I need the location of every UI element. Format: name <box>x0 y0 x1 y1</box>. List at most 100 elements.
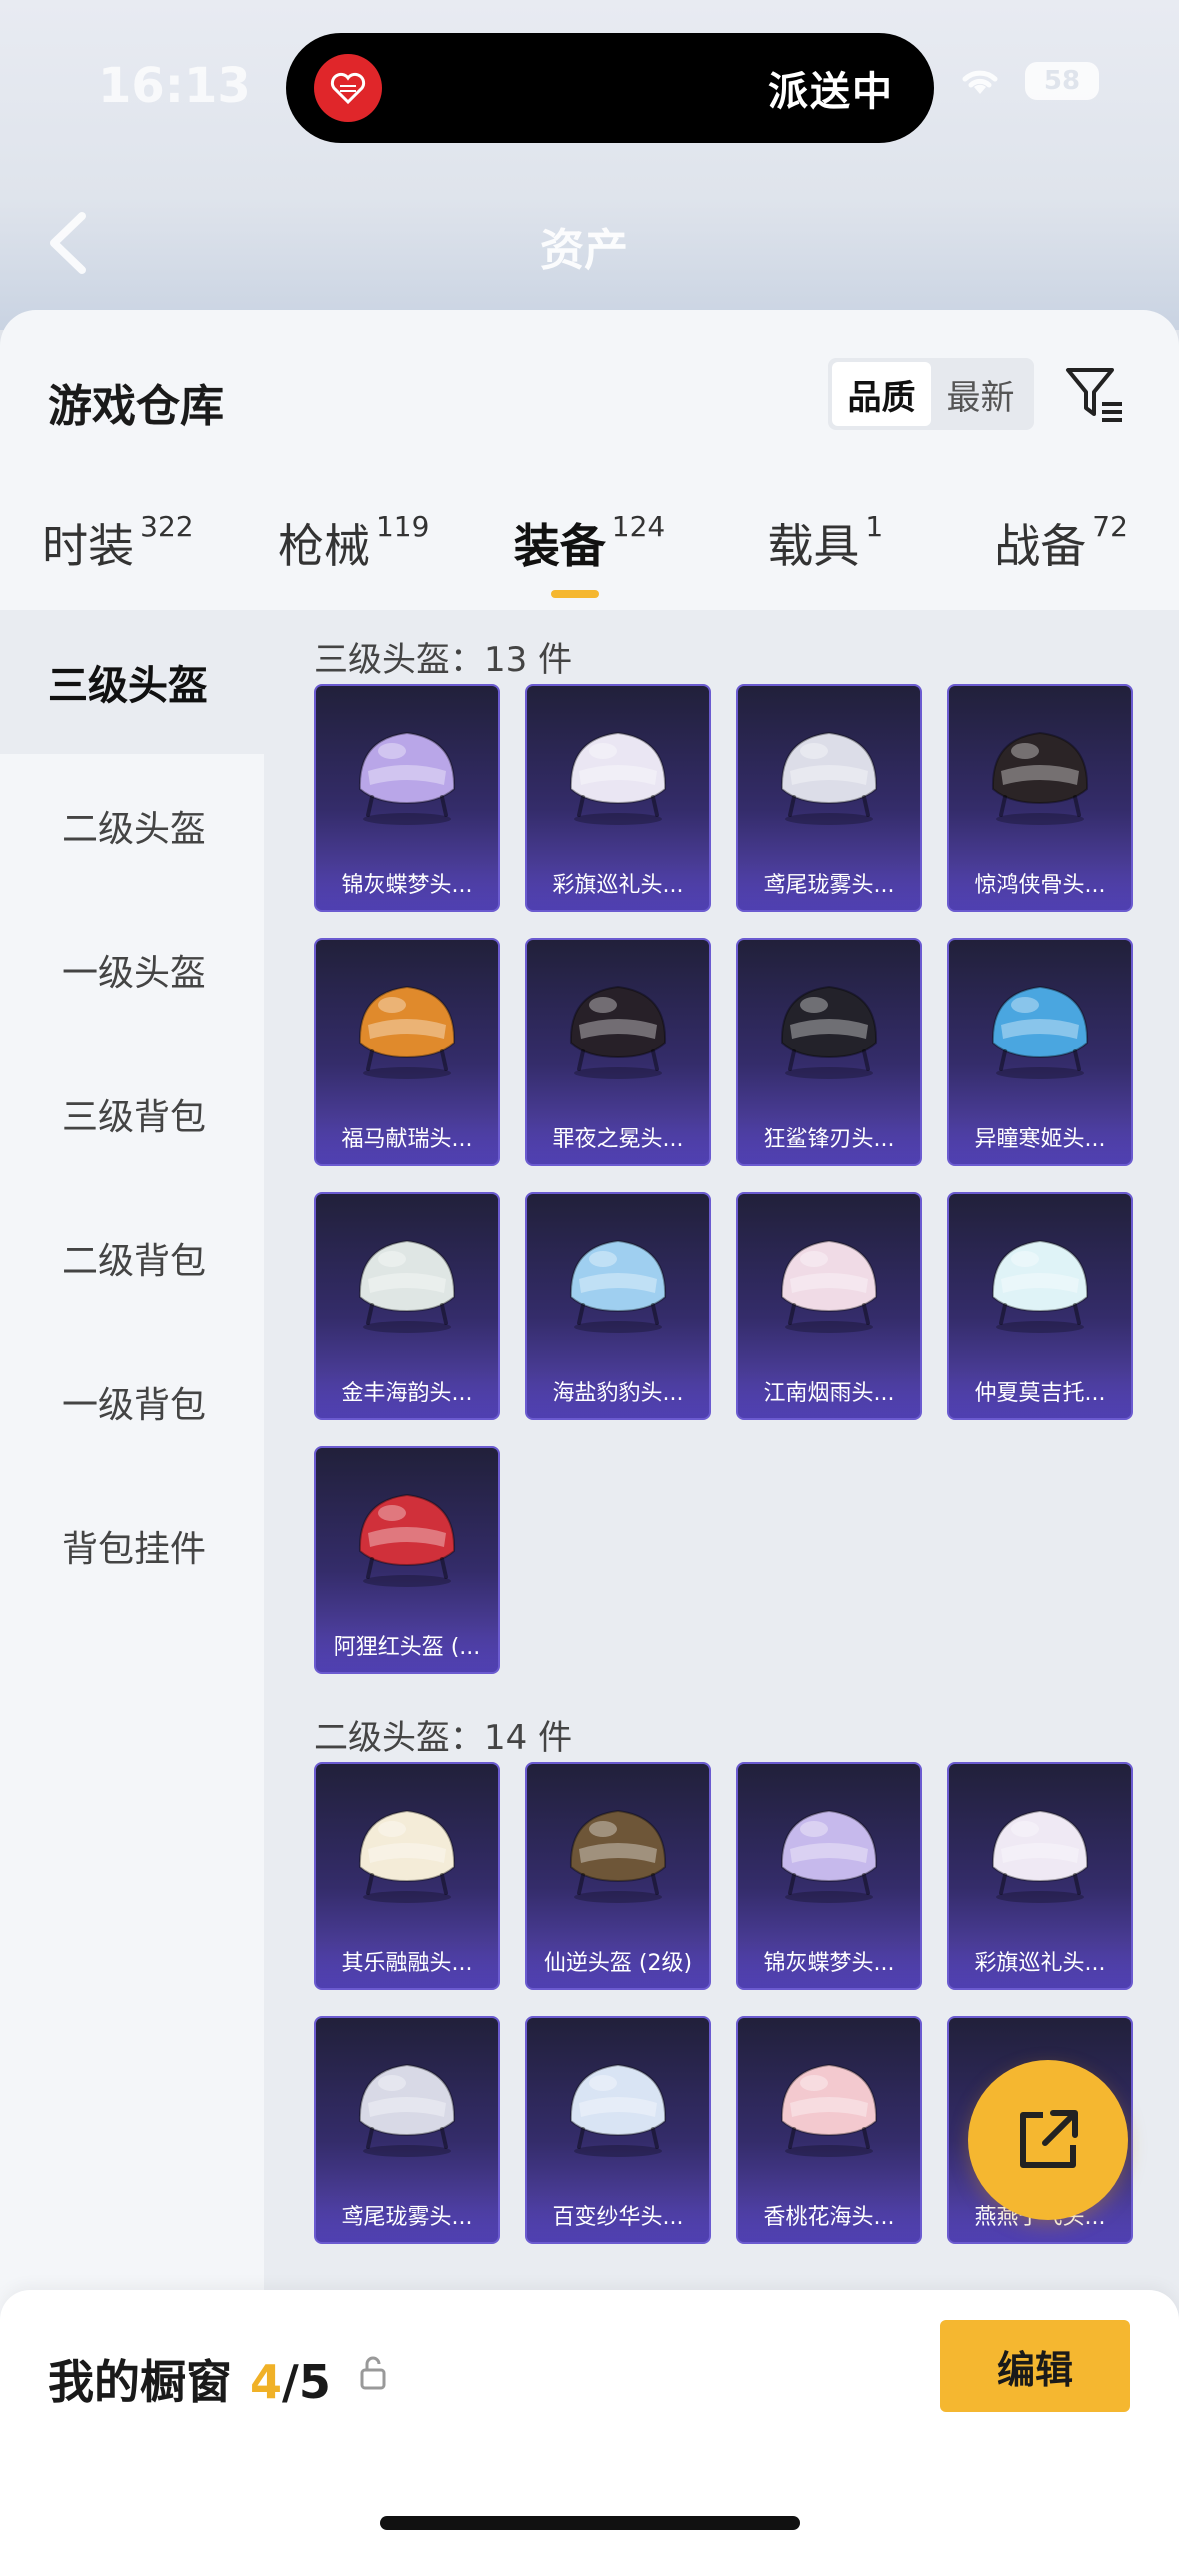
helmet-icon <box>316 940 498 1110</box>
item-card[interactable]: 福马献瑞头... <box>314 938 500 1166</box>
dynamic-island[interactable]: 派送中 <box>286 33 934 143</box>
helmet-icon <box>738 1764 920 1934</box>
tab-battle-gear[interactable]: 战备 72 <box>943 500 1179 610</box>
item-card[interactable]: 锦灰蝶梦头... <box>314 684 500 912</box>
item-name: 锦灰蝶梦头... <box>738 1940 920 1988</box>
item-name: 福马献瑞头... <box>316 1116 498 1164</box>
helmet-icon <box>949 686 1131 856</box>
item-card[interactable]: 锦灰蝶梦头... <box>736 1762 922 1990</box>
item-name: 惊鸿侠骨头... <box>949 862 1131 910</box>
page-title: 资产 <box>540 225 628 276</box>
sort-toggle: 品质 最新 <box>828 358 1034 430</box>
item-name: 其乐融融头... <box>316 1940 498 1988</box>
item-name: 仙逆头盔 (2级) <box>527 1940 709 1988</box>
helmet-icon <box>316 1448 498 1618</box>
category-tabs: 时装 322 枪械 119 装备 124 载具 1 战备 72 <box>0 500 1179 610</box>
item-name: 百变纱华头... <box>527 2194 709 2242</box>
item-card[interactable]: 百变纱华头... <box>525 2016 711 2244</box>
tab-vehicles[interactable]: 载具 1 <box>707 500 943 610</box>
status-time: 16:13 <box>98 58 251 114</box>
item-card[interactable]: 异瞳寒姬头... <box>947 938 1133 1166</box>
sidebar-item-backpack-charm[interactable]: 背包挂件 <box>0 1474 264 1618</box>
section-title-level3: 三级头盔：13 件 <box>314 640 573 680</box>
tab-count: 72 <box>1092 510 1128 543</box>
helmet-icon <box>316 2018 498 2188</box>
tab-label: 时装 <box>42 519 135 573</box>
tab-label: 战备 <box>994 519 1087 573</box>
home-indicator <box>380 2516 800 2530</box>
item-name: 彩旗巡礼头... <box>527 862 709 910</box>
item-card[interactable]: 海盐豹豹头... <box>525 1192 711 1420</box>
wifi-icon <box>962 70 998 94</box>
item-card[interactable]: 狂鲨锋刃头... <box>736 938 922 1166</box>
sidebar-item-level1-helmet[interactable]: 一级头盔 <box>0 898 264 1042</box>
item-card[interactable]: 金丰海韵头... <box>314 1192 500 1420</box>
tab-fashion[interactable]: 时装 322 <box>0 500 236 610</box>
share-button[interactable] <box>968 2060 1128 2220</box>
subcategory-sidebar: 三级头盔 二级头盔 一级头盔 三级背包 二级背包 一级背包 背包挂件 <box>0 610 264 2556</box>
item-card[interactable]: 香桃花海头... <box>736 2016 922 2244</box>
item-name: 海盐豹豹头... <box>527 1370 709 1418</box>
tab-count: 322 <box>140 510 194 543</box>
item-name: 香桃花海头... <box>738 2194 920 2242</box>
item-name: 仲夏莫吉托... <box>949 1370 1131 1418</box>
item-name: 罪夜之冕头... <box>527 1116 709 1164</box>
sidebar-item-level3-helmet[interactable]: 三级头盔 <box>0 610 264 754</box>
item-card[interactable]: 江南烟雨头... <box>736 1192 922 1420</box>
status-indicators: 58 <box>957 62 1099 100</box>
item-name: 狂鲨锋刃头... <box>738 1116 920 1164</box>
item-name: 异瞳寒姬头... <box>949 1116 1131 1164</box>
helmet-icon <box>527 1194 709 1364</box>
item-card[interactable]: 鸢尾珑雾头... <box>314 2016 500 2244</box>
item-name: 鸢尾珑雾头... <box>316 2194 498 2242</box>
helmet-icon <box>527 940 709 1110</box>
edit-button[interactable]: 编辑 <box>940 2320 1130 2412</box>
showcase-title: 我的橱窗 <box>48 2355 232 2409</box>
app-logo-icon <box>314 54 382 122</box>
helmet-icon <box>949 1194 1131 1364</box>
helmet-icon <box>316 686 498 856</box>
item-card[interactable]: 彩旗巡礼头... <box>947 1762 1133 1990</box>
filter-icon[interactable] <box>1062 362 1128 428</box>
helmet-icon <box>738 686 920 856</box>
showcase-label: 我的橱窗 4 /5 <box>48 2346 331 2412</box>
item-card[interactable]: 鸢尾珑雾头... <box>736 684 922 912</box>
battery-indicator: 58 <box>1025 62 1099 100</box>
sort-quality-button[interactable]: 品质 <box>832 362 931 426</box>
helmet-icon <box>738 1194 920 1364</box>
showcase-bar: 我的橱窗 4 /5 编辑 <box>0 2290 1179 2556</box>
sidebar-item-level2-helmet[interactable]: 二级头盔 <box>0 754 264 898</box>
item-grid: 三级头盔：13 件 二级头盔：14 件 锦灰蝶梦头... 彩旗巡礼头... 鸢尾珑雾… <box>264 610 1179 2556</box>
tab-firearms[interactable]: 枪械 119 <box>236 500 472 610</box>
helmet-icon <box>316 1764 498 1934</box>
item-name: 锦灰蝶梦头... <box>316 862 498 910</box>
tab-equipment[interactable]: 装备 124 <box>472 500 708 610</box>
helmet-icon <box>527 686 709 856</box>
item-card[interactable]: 惊鸿侠骨头... <box>947 684 1133 912</box>
item-card[interactable]: 彩旗巡礼头... <box>525 684 711 912</box>
helmet-icon <box>316 1194 498 1364</box>
helmet-icon <box>527 2018 709 2188</box>
sidebar-item-level1-backpack[interactable]: 一级背包 <box>0 1330 264 1474</box>
lock-icon <box>360 2356 386 2390</box>
sidebar-item-level2-backpack[interactable]: 二级背包 <box>0 1186 264 1330</box>
item-card[interactable]: 阿狸红头盔 (... <box>314 1446 500 1674</box>
helmet-icon <box>949 1764 1131 1934</box>
sidebar-item-level3-backpack[interactable]: 三级背包 <box>0 1042 264 1186</box>
item-card[interactable]: 其乐融融头... <box>314 1762 500 1990</box>
item-name: 江南烟雨头... <box>738 1370 920 1418</box>
item-card[interactable]: 罪夜之冕头... <box>525 938 711 1166</box>
item-name: 阿狸红头盔 (... <box>316 1624 498 1672</box>
sort-newest-button[interactable]: 最新 <box>931 362 1030 426</box>
showcase-count: 4 <box>250 2355 283 2409</box>
item-name: 鸢尾珑雾头... <box>738 862 920 910</box>
item-name: 彩旗巡礼头... <box>949 1940 1131 1988</box>
item-card[interactable]: 仙逆头盔 (2级) <box>525 1762 711 1990</box>
back-arrow-icon[interactable] <box>40 208 96 278</box>
delivery-status: 派送中 <box>768 69 894 115</box>
warehouse-title: 游戏仓库 <box>48 381 224 432</box>
item-card[interactable]: 仲夏莫吉托... <box>947 1192 1133 1420</box>
tab-count: 119 <box>375 510 430 543</box>
helmet-icon <box>738 940 920 1110</box>
tab-label: 装备 <box>513 519 606 573</box>
